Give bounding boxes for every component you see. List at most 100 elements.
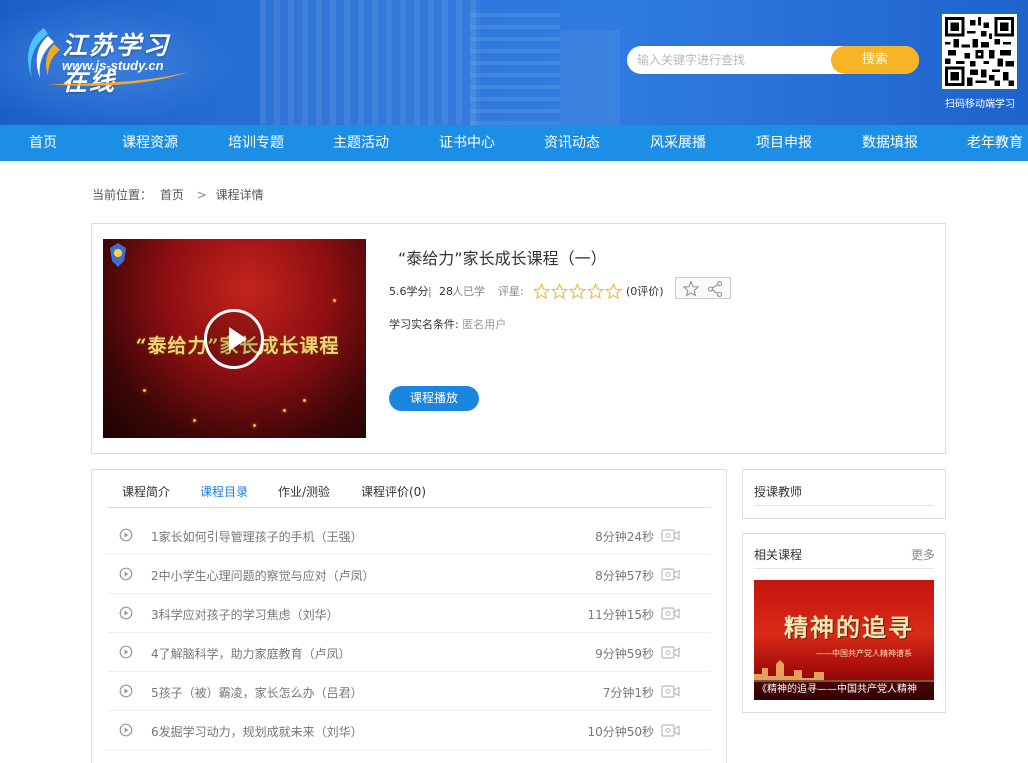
star-icon [586, 283, 605, 300]
play-circle-icon [119, 645, 133, 659]
nav-item-course-resources[interactable]: 课程资源 [122, 125, 178, 161]
tab-reviews[interactable]: 课程评价(0) [361, 483, 426, 500]
course-header-card: “泰给力”家长成长课程 “泰给力”家长成长课程（一） 5.6学分 | 28 人已… [91, 223, 946, 454]
header-building-graphic [260, 0, 480, 125]
condition-value: 匿名用户 [462, 318, 507, 331]
play-circle-icon [119, 606, 133, 620]
rating-stars [532, 283, 623, 301]
main-nav: 首页 课程资源 培训专题 主题活动 证书中心 资讯动态 风采展播 项目申报 数据… [0, 125, 1028, 161]
header-building-graphic [560, 30, 620, 125]
related-heading: 相关课程 [754, 548, 803, 562]
catalog-item-duration: 10分钟50秒 [587, 725, 654, 739]
catalog-item[interactable]: 4了解脑科学，助力家庭教育（卢凤） 9分钟59秒 [107, 633, 711, 672]
course-content-panel: 课程简介 课程目录 作业/测验 课程评价(0) 1家长如何引导管理孩子的手机（王… [91, 469, 727, 763]
catalog-item-duration: 9分钟59秒 [595, 647, 654, 661]
star-icon [604, 283, 623, 300]
related-course-caption: 《精神的追寻——中国共产党人精神 [754, 680, 934, 700]
course-title: “泰给力”家长成长课程（一） [398, 249, 607, 268]
star-icon [532, 283, 551, 300]
play-circle-icon [119, 528, 133, 542]
teacher-heading: 授课教师 [754, 485, 803, 499]
catalog-item[interactable]: 2中小学生心理问题的察觉与应对（卢凤） 8分钟57秒 [107, 555, 711, 594]
nav-item-news[interactable]: 资讯动态 [544, 125, 600, 161]
play-circle-icon [119, 723, 133, 737]
site-header: 江苏学习在线 www.js-study.cn 搜索 扫码移动端学习 [0, 0, 1028, 125]
nav-item-training-topics[interactable]: 培训专题 [228, 125, 284, 161]
video-icon [661, 529, 680, 542]
learners-count: 28 [439, 285, 453, 298]
breadcrumb-home-link[interactable]: 首页 [160, 188, 184, 202]
nav-item-project-application[interactable]: 项目申报 [756, 125, 812, 161]
qr-code-icon [945, 17, 1014, 86]
rating-count: (0评价) [626, 285, 664, 298]
course-play-button[interactable]: 课程播放 [389, 386, 479, 411]
tab-homework[interactable]: 作业/测验 [278, 483, 330, 500]
header-building-graphic [470, 10, 560, 125]
course-video-thumbnail[interactable]: “泰给力”家长成长课程 [103, 239, 366, 438]
catalog-item[interactable]: 1家长如何引导管理孩子的手机（王强） 8分钟24秒 [107, 516, 711, 555]
nav-item-showcase[interactable]: 风采展播 [650, 125, 706, 161]
divider [754, 505, 934, 506]
tab-catalog[interactable]: 课程目录 [200, 483, 248, 500]
video-icon [661, 568, 680, 581]
catalog-item-title: 6发掘学习动力，规划成就未来（刘华） [151, 725, 363, 739]
emblem-icon [110, 243, 126, 267]
nav-item-certificate-center[interactable]: 证书中心 [439, 125, 495, 161]
catalog-item-duration: 8分钟57秒 [595, 569, 654, 583]
catalog-item-title: 3科学应对孩子的学习焦虑（刘华） [151, 608, 339, 622]
search-box: 搜索 [627, 46, 919, 74]
related-more-link[interactable]: 更多 [911, 546, 935, 563]
catalog-item-duration: 8分钟24秒 [595, 530, 654, 544]
condition-label: 学习实名条件: [389, 318, 459, 331]
catalog-item[interactable]: 6发掘学习动力，规划成就未来（刘华） 10分钟50秒 [107, 711, 711, 750]
course-credits: 5.6学分 [389, 285, 429, 298]
catalog-item-title: 5孩子（被）霸凌，家长怎么办（吕君） [151, 686, 363, 700]
nav-item-senior-education[interactable]: 老年教育 [967, 125, 1023, 161]
catalog-item-duration: 11分钟15秒 [587, 608, 654, 622]
nav-item-home[interactable]: 首页 [29, 125, 57, 161]
learning-condition: 学习实名条件: 匿名用户 [389, 316, 506, 332]
divider [754, 568, 934, 569]
teacher-panel: 授课教师 [742, 469, 946, 519]
site-logo[interactable]: 江苏学习在线 www.js-study.cn [18, 22, 188, 96]
video-icon [661, 646, 680, 659]
favorite-star-icon[interactable] [682, 280, 700, 298]
play-circle-icon [119, 684, 133, 698]
logo-swoosh [48, 72, 188, 86]
search-input[interactable] [627, 46, 837, 74]
meta-divider: | [428, 285, 432, 298]
breadcrumb-current: 课程详情 [215, 188, 264, 202]
qr-caption: 扫码移动端学习 [945, 99, 1015, 110]
related-course-card[interactable]: 精神的追寻 ——中国共产党人精神谱系 《精神的追寻——中国共产党人精神 [754, 580, 934, 700]
related-courses-panel: 相关课程 更多 精神的追寻 ——中国共产党人精神谱系 《精神的追寻——中国共产党… [742, 533, 946, 713]
breadcrumb-separator: > [196, 188, 207, 202]
catalog-item-title: 1家长如何引导管理孩子的手机（王强） [151, 530, 363, 544]
play-icon[interactable] [204, 309, 264, 369]
catalog-item[interactable]: 3科学应对孩子的学习焦虑（刘华） 11分钟15秒 [107, 594, 711, 633]
catalog-item-title: 4了解脑科学，助力家庭教育（卢凤） [151, 647, 351, 661]
qr-code [942, 14, 1017, 89]
related-thumb-title: 精神的追寻 [784, 613, 914, 642]
video-icon [661, 607, 680, 620]
catalog-item-title: 2中小学生心理问题的察觉与应对（卢凤） [151, 569, 375, 583]
course-tabs: 课程简介 课程目录 作业/测验 课程评价(0) [107, 470, 711, 508]
star-icon [568, 283, 587, 300]
breadcrumb: 当前位置： 首页 > 课程详情 [92, 186, 268, 203]
breadcrumb-prefix: 当前位置： [92, 188, 153, 202]
star-icon [550, 283, 569, 300]
logo-url: www.js-study.cn [62, 58, 164, 73]
catalog-item[interactable]: 5孩子（被）霸凌，家长怎么办（吕君） 7分钟1秒 [107, 672, 711, 711]
video-icon [661, 685, 680, 698]
share-icon[interactable] [706, 280, 724, 298]
learners-suffix: 人已学 [452, 285, 485, 298]
search-button[interactable]: 搜索 [831, 46, 919, 74]
nav-item-theme-activities[interactable]: 主题活动 [333, 125, 389, 161]
video-icon [661, 724, 680, 737]
nav-item-data-entry[interactable]: 数据填报 [862, 125, 918, 161]
play-circle-icon [119, 567, 133, 581]
rating-label: 评星: [498, 285, 524, 298]
tab-intro[interactable]: 课程简介 [122, 483, 170, 500]
city-skyline-graphic [754, 660, 934, 682]
course-actions [675, 277, 731, 299]
catalog-item-duration: 7分钟1秒 [602, 686, 654, 700]
